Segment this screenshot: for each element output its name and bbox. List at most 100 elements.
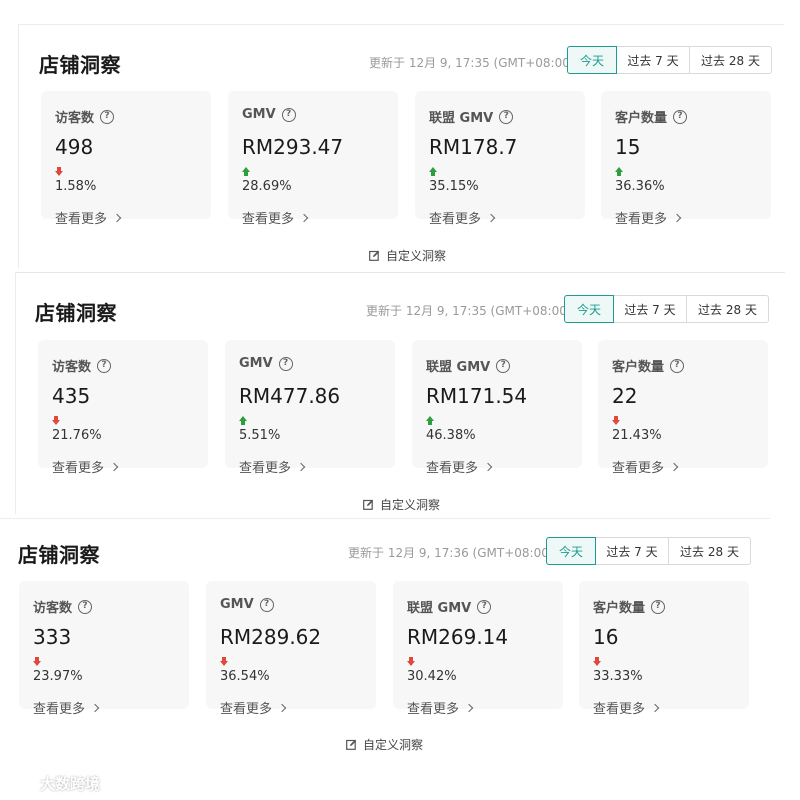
metric-card-gmv: GMV? RM293.47 28.69% 查看更多 <box>228 91 398 227</box>
view-more-link[interactable]: 查看更多 <box>52 457 119 476</box>
metric-value: 16 <box>593 625 619 649</box>
range-28-days-button[interactable]: 过去 28 天 <box>668 537 751 565</box>
metric-value: 22 <box>612 384 638 408</box>
question-circle-icon[interactable]: ? <box>477 599 492 614</box>
metric-change-percent: 46.38% <box>426 428 476 443</box>
metric-label-text: 客户数量 <box>593 601 646 616</box>
view-more-label: 查看更多 <box>55 212 108 227</box>
customize-insights-link[interactable]: 自定义洞察 <box>346 736 423 753</box>
metric-change-percent: 5.51% <box>239 428 281 443</box>
updated-timestamp: 更新于 12月 9, 17:35 (GMT+08:00) <box>369 56 575 70</box>
edit-icon <box>363 499 374 510</box>
question-circle-icon[interactable]: ? <box>278 356 293 371</box>
view-more-label: 查看更多 <box>239 461 292 476</box>
metric-card-visitors: 访客数? 498 1.58% 查看更多 <box>41 91 211 227</box>
chevron-right-icon <box>669 462 679 471</box>
view-more-link[interactable]: 查看更多 <box>612 457 679 476</box>
question-circle-icon[interactable]: ? <box>651 599 666 614</box>
view-more-link[interactable]: 查看更多 <box>242 208 309 227</box>
view-more-link[interactable]: 查看更多 <box>55 208 122 227</box>
view-more-link[interactable]: 查看更多 <box>33 698 100 717</box>
metric-label-text: GMV <box>220 597 254 612</box>
view-more-link[interactable]: 查看更多 <box>220 698 287 717</box>
question-circle-icon[interactable]: ? <box>281 107 296 122</box>
metric-label: 客户数量? <box>612 356 685 375</box>
chevron-right-icon <box>90 703 100 712</box>
metric-label-text: 访客数 <box>33 601 73 616</box>
metric-card-customers: 客户数量? 15 36.36% 查看更多 <box>601 91 771 227</box>
view-more-label: 查看更多 <box>426 461 479 476</box>
question-circle-icon[interactable]: ? <box>259 597 274 612</box>
metric-label: 联盟 GMV? <box>407 597 492 616</box>
metric-card-visitors: 访客数? 333 23.97% 查看更多 <box>19 581 189 717</box>
arrow-up-icon <box>615 167 623 176</box>
updated-timestamp: 更新于 12月 9, 17:36 (GMT+08:00) <box>348 546 554 560</box>
metric-change-percent: 33.33% <box>593 669 643 684</box>
view-more-label: 查看更多 <box>242 212 295 227</box>
metric-label: 联盟 GMV? <box>426 356 511 375</box>
arrow-up-icon <box>426 416 434 425</box>
chevron-right-icon <box>299 213 309 222</box>
view-more-label: 查看更多 <box>612 461 665 476</box>
arrow-up-icon <box>429 167 437 176</box>
chevron-right-icon <box>296 462 306 471</box>
customize-label: 自定义洞察 <box>386 249 447 263</box>
metric-label: GMV? <box>220 597 274 612</box>
metric-change-percent: 35.15% <box>429 179 479 194</box>
customize-insights-link[interactable]: 自定义洞察 <box>363 496 440 513</box>
range-7-days-button[interactable]: 过去 7 天 <box>613 295 687 323</box>
metric-change-percent: 28.69% <box>242 179 292 194</box>
range-today-button[interactable]: 今天 <box>546 537 596 565</box>
metric-label: GMV? <box>242 107 296 122</box>
metric-card-affiliate-gmv: 联盟 GMV? RM178.7 35.15% 查看更多 <box>415 91 585 227</box>
question-circle-icon[interactable]: ? <box>673 109 688 124</box>
metric-label-text: 访客数 <box>55 111 95 126</box>
view-more-link[interactable]: 查看更多 <box>407 698 474 717</box>
metric-card-customers: 客户数量? 22 21.43% 查看更多 <box>598 340 768 476</box>
question-circle-icon[interactable]: ? <box>496 358 511 373</box>
customize-insights-link[interactable]: 自定义洞察 <box>369 247 446 264</box>
range-today-button[interactable]: 今天 <box>564 295 614 323</box>
metric-label-text: 联盟 GMV <box>429 111 494 126</box>
question-circle-icon[interactable]: ? <box>97 358 112 373</box>
question-circle-icon[interactable]: ? <box>100 109 115 124</box>
view-more-link[interactable]: 查看更多 <box>429 208 496 227</box>
question-circle-icon[interactable]: ? <box>78 599 93 614</box>
metric-label: 客户数量? <box>615 107 688 126</box>
chevron-right-icon <box>672 213 682 222</box>
arrow-down-icon <box>55 167 63 176</box>
edit-icon <box>346 739 357 750</box>
range-7-days-button[interactable]: 过去 7 天 <box>616 46 690 74</box>
customize-label: 自定义洞察 <box>380 498 441 512</box>
range-today-button[interactable]: 今天 <box>567 46 617 74</box>
metric-label-text: 访客数 <box>52 360 92 375</box>
metric-value: RM269.14 <box>407 625 509 649</box>
metric-change-percent: 21.43% <box>612 428 662 443</box>
view-more-link[interactable]: 查看更多 <box>239 457 306 476</box>
chevron-right-icon <box>650 703 660 712</box>
question-circle-icon[interactable]: ? <box>670 358 685 373</box>
metric-card-gmv: GMV? RM289.62 36.54% 查看更多 <box>206 581 376 717</box>
chevron-right-icon <box>483 462 493 471</box>
metric-label: 访客数? <box>33 597 93 616</box>
metric-value: 435 <box>52 384 91 408</box>
range-7-days-button[interactable]: 过去 7 天 <box>595 537 669 565</box>
range-28-days-button[interactable]: 过去 28 天 <box>686 295 769 323</box>
metric-card-gmv: GMV? RM477.86 5.51% 查看更多 <box>225 340 395 476</box>
view-more-label: 查看更多 <box>429 212 482 227</box>
metric-change-percent: 36.54% <box>220 669 270 684</box>
view-more-link[interactable]: 查看更多 <box>426 457 493 476</box>
view-more-link[interactable]: 查看更多 <box>615 208 682 227</box>
metric-value: RM178.7 <box>429 135 518 159</box>
metric-value: 498 <box>55 135 94 159</box>
chevron-right-icon <box>277 703 287 712</box>
metric-value: 333 <box>33 625 72 649</box>
store-insights-panel: 店铺洞察 更新于 12月 9, 17:35 (GMT+08:00) 今天 过去 … <box>15 272 785 514</box>
metric-value: RM293.47 <box>242 135 344 159</box>
metric-value: RM289.62 <box>220 625 322 649</box>
panel-title: 店铺洞察 <box>18 543 100 567</box>
question-circle-icon[interactable]: ? <box>499 109 514 124</box>
view-more-link[interactable]: 查看更多 <box>593 698 660 717</box>
store-insights-panel: 店铺洞察 更新于 12月 9, 17:36 (GMT+08:00) 今天 过去 … <box>0 518 770 760</box>
range-28-days-button[interactable]: 过去 28 天 <box>689 46 772 74</box>
